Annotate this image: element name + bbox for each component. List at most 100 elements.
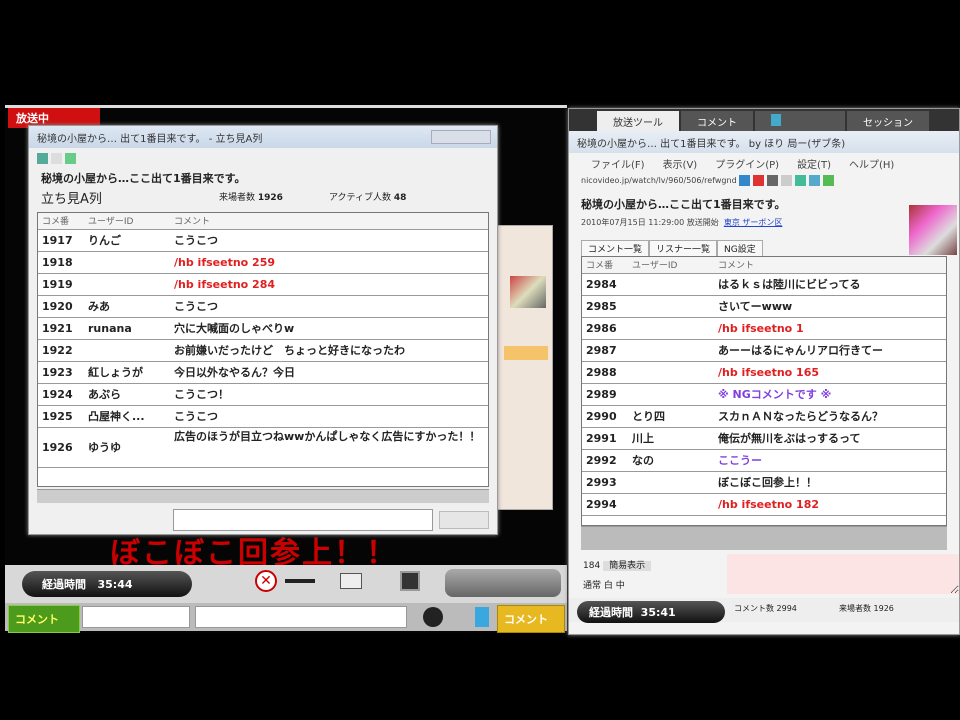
tab-twitter[interactable]	[755, 111, 845, 131]
toolbar-icon[interactable]	[739, 175, 751, 186]
cell-no: 1918	[38, 251, 84, 274]
options[interactable]	[37, 512, 167, 528]
display-select[interactable]: 簡易表示	[603, 561, 652, 571]
comment-input[interactable]	[173, 509, 433, 531]
table-row[interactable]: 2990 とり四 スカｎＡＮなったらどうなるん？	[582, 405, 946, 428]
cell-name: 凸屋神く...	[84, 405, 170, 428]
col-header[interactable]: コメント	[170, 213, 488, 230]
command-input[interactable]	[82, 606, 190, 628]
col-header[interactable]: コメ番	[582, 257, 628, 274]
visitors-label: 来場者数	[219, 193, 256, 203]
position-select[interactable]: 通常	[583, 581, 601, 591]
table-row[interactable]: 1926 ゆうゆ 広告のほうが目立つねwwかんぱしゃなく広告にすかった！！	[38, 427, 488, 468]
toolbar-icon[interactable]	[767, 175, 779, 186]
menu-file[interactable]: ファイル(F)	[591, 160, 645, 171]
elapsed-time: 経過時間 35:41	[577, 601, 725, 623]
table-row[interactable]: 2988/hb ifseetno 165	[582, 361, 946, 384]
menu-plugin[interactable]: プラグイン(P)	[715, 160, 779, 171]
cell-text: /hb ifseetno 1	[714, 317, 946, 340]
cell-no: 2992	[582, 449, 628, 472]
cell-name	[628, 361, 714, 384]
twitter-icon[interactable]	[475, 607, 489, 627]
table-row[interactable]: 1920 みあ こうこつ	[38, 295, 488, 318]
window-title: 秘境の小屋から… 出て1番目来です。 - 立ち見A列	[29, 126, 497, 148]
menu-view[interactable]: 表示(V)	[663, 160, 698, 171]
menu-help[interactable]: ヘルプ(H)	[849, 160, 894, 171]
cell-no: 1925	[38, 405, 84, 428]
table-row[interactable]: 2991 川上 俺伝が無川をぶはっするって	[582, 427, 946, 450]
window-controls[interactable]	[431, 130, 491, 144]
send-button[interactable]	[439, 511, 489, 529]
horizontal-scrollbar[interactable]	[581, 526, 947, 550]
comment-list[interactable]: コメ番 ユーザーID コメント 1917 りんご こうこつ 1918/hb ifseetn…	[37, 212, 489, 487]
comment-list[interactable]: コメ番 ユーザーID コメント 2984 はるｋｓは陸川にビビってる 2985 さいてーw…	[581, 256, 947, 526]
anonymous-checkbox[interactable]: 184	[583, 561, 600, 571]
table-row[interactable]: 2986/hb ifseetno 1	[582, 317, 946, 340]
cell-name: ゆうゆ	[84, 427, 170, 468]
menu-settings[interactable]: 設定(T)	[797, 160, 831, 171]
col-header[interactable]: ユーザーID	[84, 213, 170, 230]
cell-text: こうこつ	[170, 295, 488, 318]
subtab-comments[interactable]: コメント一覧	[581, 240, 650, 256]
twitter-icon	[771, 114, 781, 126]
community-link[interactable]: 東京 ザーボン区	[724, 218, 783, 227]
table-row[interactable]: 2993 ぼこぼこ回参上！！	[582, 471, 946, 494]
col-header[interactable]: ユーザーID	[628, 257, 714, 274]
tool-icon[interactable]	[65, 152, 76, 164]
volume-slider[interactable]	[285, 579, 315, 583]
table-row[interactable]: 1917 りんご こうこつ	[38, 229, 488, 252]
cell-name	[628, 317, 714, 340]
table-row[interactable]: 2989 ※ NGコメントです ※	[582, 383, 946, 406]
broadcast-tool-window: 放送ツール コメント セッション 秘境の小屋から… 出て1番目来です。 by ほり …	[568, 108, 960, 635]
table-row[interactable]: 1925 凸屋神く... こうこつ	[38, 405, 488, 428]
tab-session[interactable]: セッション	[847, 111, 929, 131]
table-row[interactable]: 1924 あぷら こうこつ！	[38, 383, 488, 406]
table-row[interactable]: 2984 はるｋｓは陸川にビビってる	[582, 273, 946, 296]
visitor-count: 来場者数 1926	[839, 604, 894, 613]
table-row[interactable]: 2987 あーーはるにゃんリアロ行きてー	[582, 339, 946, 362]
share-button[interactable]	[445, 569, 561, 597]
toolbar-icon[interactable]	[753, 175, 765, 186]
subtab-listeners[interactable]: リスナー一覧	[649, 240, 718, 256]
comment-input[interactable]	[195, 606, 407, 628]
cell-name	[628, 295, 714, 318]
broadcaster-comment-input[interactable]	[727, 554, 959, 594]
subtab-ng[interactable]: NG設定	[717, 240, 763, 256]
color-select[interactable]: 白	[604, 581, 613, 591]
table-row[interactable]: 1918/hb ifseetno 259	[38, 251, 488, 274]
cell-name: 紅しょうが	[84, 361, 170, 384]
toolbar-icon[interactable]	[795, 175, 807, 186]
toolbar-icon[interactable]	[823, 175, 835, 186]
tab-broadcast-tool[interactable]: 放送ツール	[597, 111, 679, 131]
toolbar-icon[interactable]	[781, 175, 793, 186]
table-row[interactable]: 1922 お前嫌いだったけど ちょっと好きになったわ	[38, 339, 488, 362]
table-row[interactable]: 1923 紅しょうが 今日以外なやるん？今日	[38, 361, 488, 384]
cell-name: とり四	[628, 405, 714, 428]
table-row[interactable]: 2994/hb ifseetno 182	[582, 493, 946, 516]
cell-no: 2994	[582, 493, 628, 516]
comment-toggle-button[interactable]: コメント	[8, 605, 80, 633]
user-icon[interactable]	[423, 607, 443, 627]
table-row[interactable]: 1921 runana 穴に大喊面のしゃべりw	[38, 317, 488, 340]
size-select[interactable]: 中	[616, 581, 625, 591]
submit-comment-button[interactable]: コメント	[497, 605, 565, 633]
horizontal-scrollbar[interactable]	[37, 489, 489, 503]
tab-comment[interactable]: コメント	[681, 111, 753, 131]
fullscreen-icon[interactable]	[400, 571, 420, 591]
window-icon[interactable]	[340, 573, 362, 589]
tool-icon[interactable]	[37, 152, 48, 164]
banner	[504, 346, 548, 360]
table-row[interactable]: 2985 さいてーwww	[582, 295, 946, 318]
mute-icon[interactable]: ✕	[255, 570, 277, 592]
cell-no: 1926	[38, 427, 84, 468]
toolbar-icon[interactable]	[809, 175, 821, 186]
cell-text: /hb ifseetno 182	[714, 493, 946, 516]
col-header[interactable]: コメ番	[38, 213, 84, 230]
table-row[interactable]: 2992 なの ここうー	[582, 449, 946, 472]
tool-icon[interactable]	[51, 152, 62, 164]
col-header[interactable]: コメント	[714, 257, 946, 274]
cell-no: 2986	[582, 317, 628, 340]
visitors-count: 1926	[257, 193, 283, 203]
url-field[interactable]: nicovideo.jp/watch/lv/960/506/refwgnd	[581, 176, 737, 185]
table-row[interactable]: 1919/hb ifseetno 284	[38, 273, 488, 296]
